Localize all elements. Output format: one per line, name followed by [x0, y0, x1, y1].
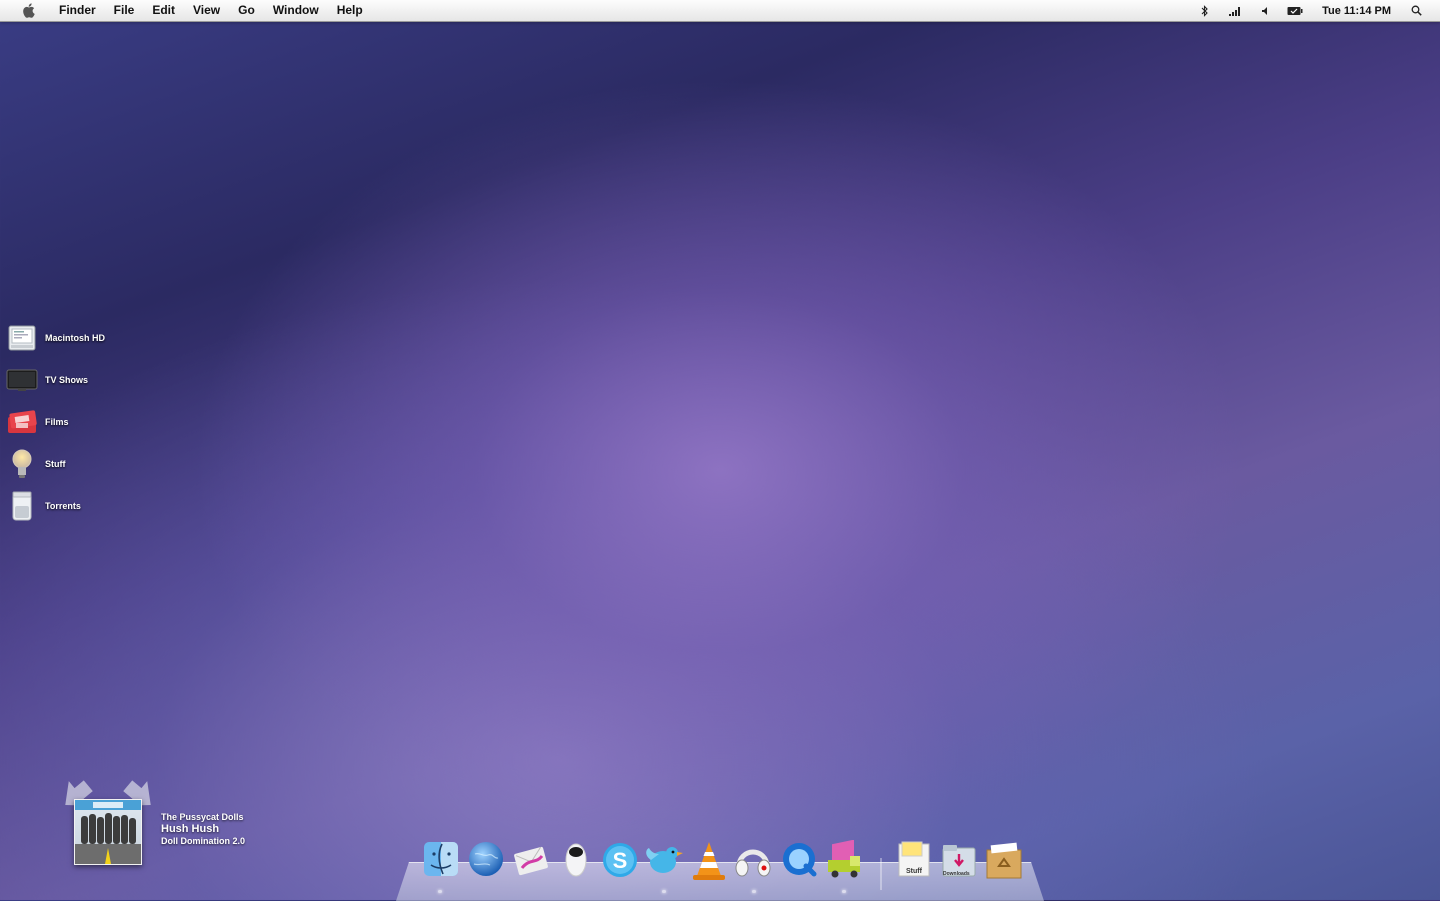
menu-edit[interactable]: Edit — [143, 0, 184, 21]
delivery-truck-icon — [824, 839, 866, 887]
quicktime-icon — [780, 840, 820, 885]
album-artwork[interactable] — [74, 799, 142, 865]
now-playing-title: Hush Hush — [161, 823, 220, 835]
tv-icon — [6, 364, 38, 396]
dock-skype[interactable]: S — [599, 840, 641, 886]
menu-view[interactable]: View — [184, 0, 229, 21]
finder-icon — [422, 840, 460, 883]
trash-box-icon — [983, 840, 1025, 885]
menu-file[interactable]: File — [105, 0, 144, 21]
running-indicator — [662, 890, 666, 893]
volume-icon[interactable] — [1257, 3, 1273, 19]
headphones-icon — [732, 840, 774, 885]
dock-quicktime[interactable] — [779, 840, 821, 886]
eve-robot-icon — [561, 840, 591, 883]
battery-icon[interactable] — [1287, 3, 1303, 19]
bluetooth-icon[interactable] — [1197, 3, 1213, 19]
menu-help[interactable]: Help — [328, 0, 372, 21]
jar-icon — [6, 490, 38, 522]
hard-drive-icon — [6, 322, 38, 354]
light-bulb-icon — [6, 448, 38, 480]
desktop-icon-tv-shows[interactable]: TV Shows — [6, 363, 88, 397]
dock-finder[interactable] — [420, 840, 462, 886]
menu-go[interactable]: Go — [229, 0, 264, 21]
skype-icon: S — [600, 840, 640, 885]
wifi-signal-icon[interactable] — [1227, 3, 1243, 19]
dock-headphones[interactable] — [732, 840, 774, 886]
dock-stack-stuff[interactable]: Stuff — [893, 840, 935, 886]
globe-icon — [467, 840, 505, 883]
dock-truck[interactable] — [824, 839, 866, 887]
now-playing-artist: The Pussycat Dolls — [161, 812, 244, 822]
downloads-stack-icon: Downloads — [940, 840, 978, 880]
desktop-icon-torrents[interactable]: Torrents — [6, 489, 81, 523]
svg-text:S: S — [613, 848, 628, 873]
menu-clock[interactable]: Tue 11:14 PM — [1322, 5, 1391, 17]
desktop-icon-label: Stuff — [45, 459, 66, 469]
desktop-icon-label: Films — [45, 417, 69, 427]
ticket-icon — [6, 406, 38, 438]
menu-finder[interactable]: Finder — [50, 0, 105, 21]
apple-menu-icon[interactable] — [22, 3, 36, 18]
dock-stack-downloads[interactable]: Downloads — [938, 840, 980, 886]
dock-vlc[interactable] — [688, 840, 730, 886]
dock-wall-e[interactable] — [555, 840, 597, 886]
dock-twitter[interactable] — [643, 840, 685, 886]
menu-bar: Finder File Edit View Go Window Help Tue… — [0, 0, 1440, 22]
desktop-icon-label: TV Shows — [45, 375, 89, 385]
mail-icon — [512, 840, 550, 883]
desktop-icon-films[interactable]: Films — [6, 405, 69, 439]
stack-label: Downloads — [943, 871, 970, 877]
desktop-icon-label: Macintosh HD — [45, 333, 106, 343]
desktop-icon-label: Torrents — [45, 501, 81, 511]
desktop-icon-stuff[interactable]: Stuff — [6, 447, 66, 481]
desktop-icon-macintosh-hd[interactable]: Macintosh HD — [6, 321, 105, 355]
running-indicator — [438, 890, 442, 893]
stack-label: Stuff — [906, 868, 922, 875]
dock-globe-browser[interactable] — [465, 840, 507, 886]
dock-trash[interactable] — [983, 840, 1025, 886]
dock-mail[interactable] — [510, 840, 552, 886]
running-indicator — [842, 890, 846, 893]
dock-separator — [880, 858, 882, 890]
now-playing-info: The Pussycat Dolls Hush Hush Doll Domina… — [161, 812, 245, 846]
stuff-stack-icon: Stuff — [895, 840, 933, 880]
menu-window[interactable]: Window — [264, 0, 328, 21]
running-indicator — [752, 890, 756, 893]
now-playing-album: Doll Domination 2.0 — [161, 836, 246, 846]
spotlight-search-icon[interactable] — [1408, 3, 1424, 19]
twitter-bird-icon — [643, 840, 685, 885]
vlc-cone-icon — [689, 840, 729, 887]
